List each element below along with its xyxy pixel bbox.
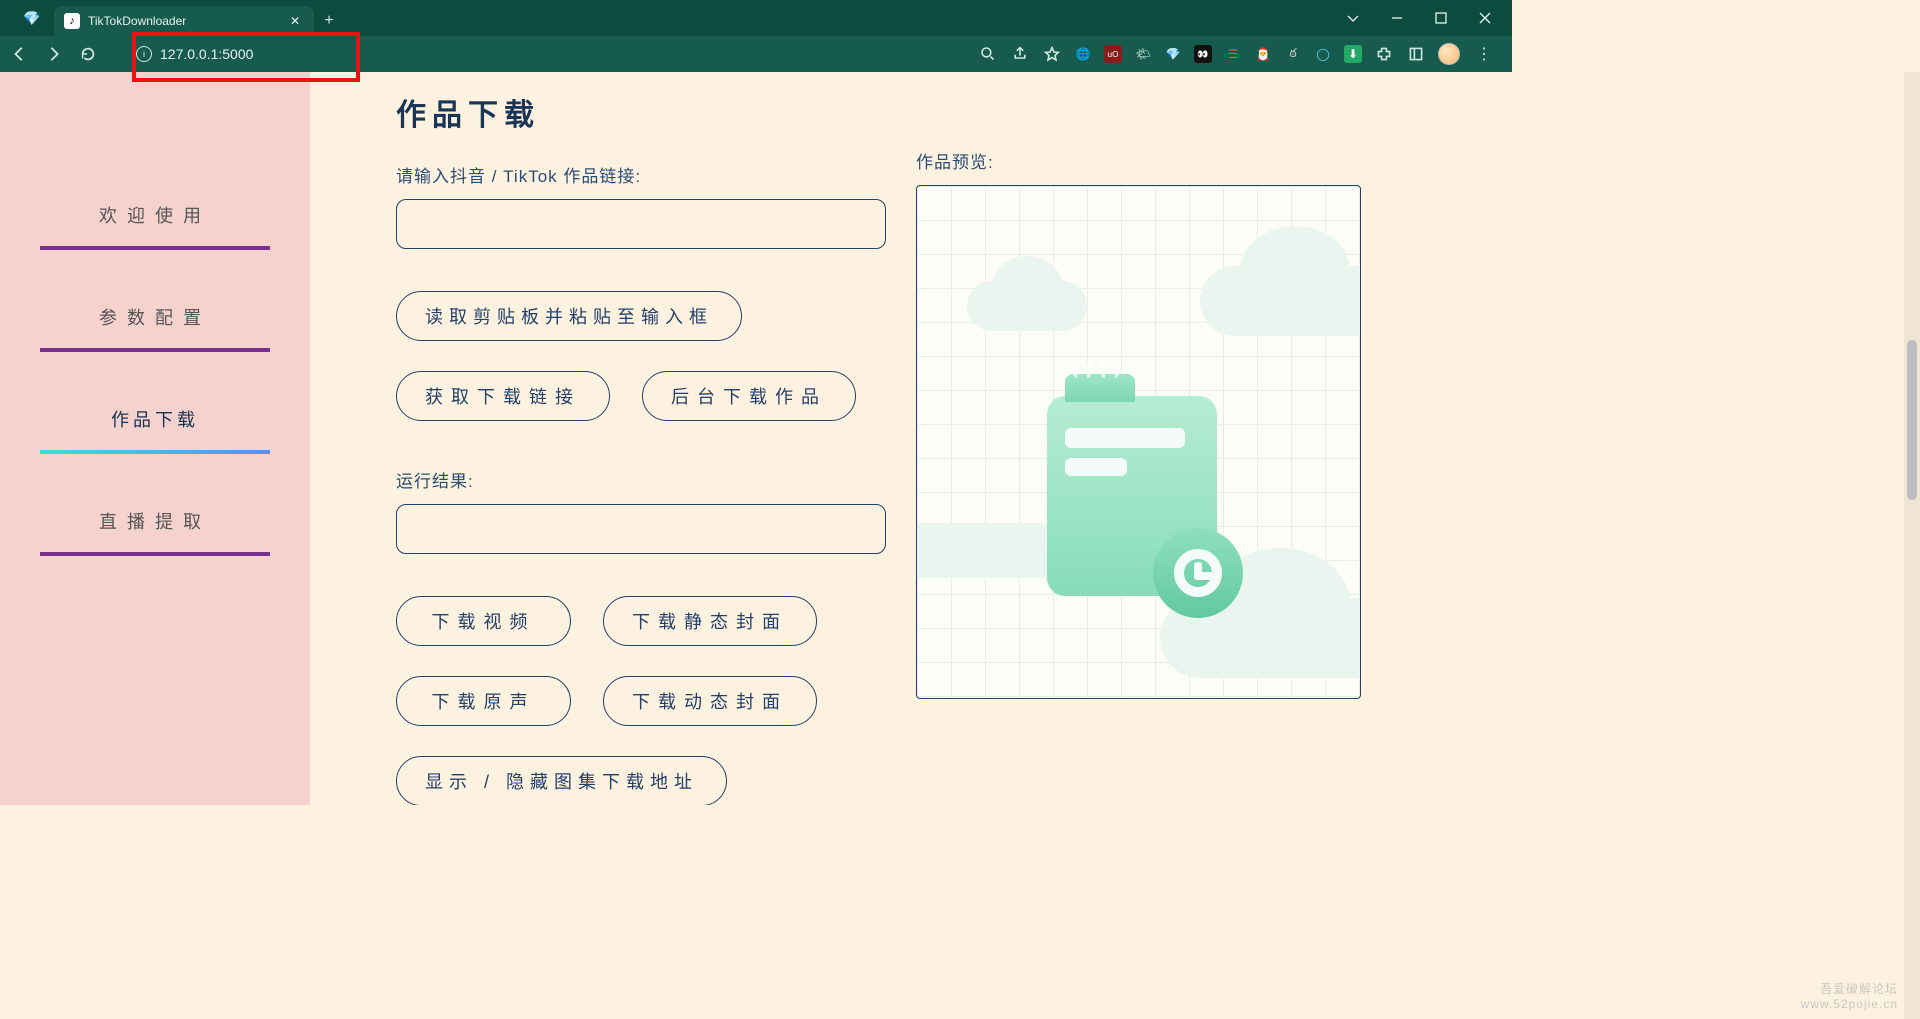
window-controls (1326, 0, 1512, 36)
maximize-icon[interactable] (1434, 11, 1448, 25)
titlebar: 💎 ♪ TikTokDownloader ✕ + (0, 0, 1512, 36)
preview-panel (916, 185, 1361, 699)
zoom-icon[interactable] (978, 44, 998, 64)
url-input[interactable] (396, 199, 886, 249)
browser-toolbar: i 127.0.0.1:5000 🌐 uO 🌤 💎 👀 ☰ 🎅 ఠ ◯ ⬇ (0, 36, 1512, 72)
tab-title: TikTokDownloader (88, 14, 186, 28)
extension-cat-icon[interactable]: ఠ (1284, 45, 1302, 63)
profile-avatar[interactable] (1438, 43, 1460, 65)
main-content: 作品下载 请输入抖音 / TikTok 作品链接: 读取剪贴板并粘贴至输入框 获… (310, 72, 1512, 805)
extension-santa-icon[interactable]: 🎅 (1254, 45, 1272, 63)
cloud-decoration (1200, 266, 1361, 336)
download-dynamic-cover-button[interactable]: 下载动态封面 (603, 676, 817, 726)
tiktok-favicon-icon: ♪ (64, 13, 80, 29)
sidebar-item-download[interactable]: 作品下载 (40, 406, 270, 454)
preview-label: 作品预览: (916, 148, 1361, 173)
browser-tab[interactable]: ♪ TikTokDownloader ✕ (54, 6, 314, 36)
dropdown-icon[interactable] (1346, 11, 1360, 25)
sidebar-item-live[interactable]: 直播提取 (40, 508, 270, 556)
preview-column: 作品预览: (916, 90, 1361, 805)
toolbar-actions: 🌐 uO 🌤 💎 👀 ☰ 🎅 ఠ ◯ ⬇ ⋮ (978, 43, 1502, 65)
cloud-decoration (916, 523, 1067, 578)
close-window-icon[interactable] (1478, 11, 1492, 25)
form-column: 作品下载 请输入抖音 / TikTok 作品链接: 读取剪贴板并粘贴至输入框 获… (396, 90, 886, 805)
result-output[interactable] (396, 504, 886, 554)
cloud-decoration (967, 281, 1087, 331)
browser-chrome: 💎 ♪ TikTokDownloader ✕ + (0, 0, 1512, 72)
close-tab-icon[interactable]: ✕ (286, 14, 304, 28)
download-video-button[interactable]: 下载视频 (396, 596, 571, 646)
new-tab-button[interactable]: + (314, 6, 344, 36)
url-text: 127.0.0.1:5000 (160, 46, 253, 62)
page-body: 欢迎使用 参数配置 作品下载 直播提取 作品下载 请输入抖音 / TikTok … (0, 72, 1512, 805)
back-icon[interactable] (10, 44, 30, 64)
sidebar: 欢迎使用 参数配置 作品下载 直播提取 (0, 72, 310, 805)
share-icon[interactable] (1010, 44, 1030, 64)
extension-weather-icon[interactable]: 🌤 (1134, 45, 1152, 63)
calendar-clock-illustration (1047, 396, 1217, 596)
url-input-label: 请输入抖音 / TikTok 作品链接: (396, 162, 886, 187)
bookmark-star-icon[interactable] (1042, 44, 1062, 64)
diamond-icon: 💎 (10, 0, 54, 36)
page-title: 作品下载 (396, 90, 886, 134)
paste-clipboard-button[interactable]: 读取剪贴板并粘贴至输入框 (396, 291, 742, 341)
extension-ublock-icon[interactable]: uO (1104, 45, 1122, 63)
extension-eyes-icon[interactable]: 👀 (1194, 45, 1212, 63)
site-info-icon[interactable]: i (136, 46, 152, 62)
download-audio-button[interactable]: 下载原声 (396, 676, 571, 726)
sidepanel-icon[interactable] (1406, 44, 1426, 64)
extensions-puzzle-icon[interactable] (1374, 44, 1394, 64)
watermark: 吾爱破解论坛 www.52pojie.cn (1801, 982, 1898, 1013)
clock-icon (1153, 528, 1243, 618)
extension-gem-icon[interactable]: 💎 (1164, 45, 1182, 63)
get-link-button[interactable]: 获取下载链接 (396, 371, 610, 421)
scrollbar-thumb[interactable] (1907, 340, 1917, 500)
page-scrollbar[interactable] (1904, 72, 1920, 1019)
forward-icon[interactable] (44, 44, 64, 64)
extension-circle-icon[interactable]: ◯ (1314, 45, 1332, 63)
extension-list-icon[interactable]: ☰ (1224, 45, 1242, 63)
minimize-icon[interactable] (1390, 11, 1404, 25)
download-static-cover-button[interactable]: 下载静态封面 (603, 596, 817, 646)
reload-icon[interactable] (78, 44, 98, 64)
sidebar-item-config[interactable]: 参数配置 (40, 304, 270, 352)
extension-idm-icon[interactable]: 🌐 (1074, 45, 1092, 63)
sidebar-item-welcome[interactable]: 欢迎使用 (40, 202, 270, 250)
address-bar[interactable]: i 127.0.0.1:5000 (136, 46, 253, 62)
browser-menu-icon[interactable]: ⋮ (1472, 44, 1496, 64)
toggle-album-button[interactable]: 显示 / 隐藏图集下载地址 (396, 756, 727, 805)
extension-download-icon[interactable]: ⬇ (1344, 45, 1362, 63)
background-download-button[interactable]: 后台下载作品 (642, 371, 856, 421)
result-label: 运行结果: (396, 467, 886, 492)
